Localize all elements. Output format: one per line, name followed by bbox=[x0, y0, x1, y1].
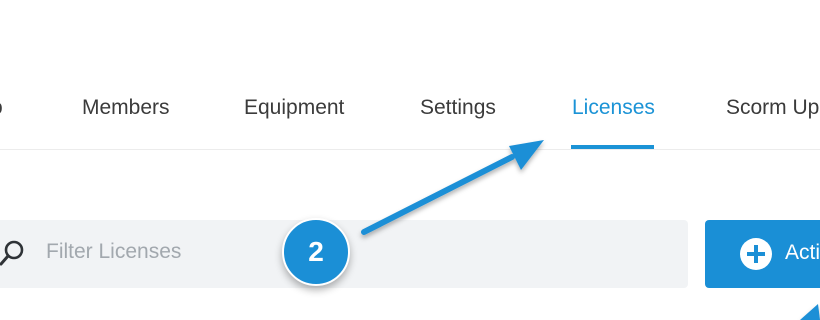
tabs-divider bbox=[0, 149, 820, 150]
annotation-arrow-offscreen bbox=[800, 304, 820, 320]
app-screen: o Members Equipment Settings Licenses Sc… bbox=[0, 0, 820, 320]
tab-scorm-upload[interactable]: Scorm Up bbox=[726, 95, 819, 121]
tab-partial[interactable]: o bbox=[0, 95, 3, 121]
tab-equipment[interactable]: Equipment bbox=[244, 95, 344, 121]
tab-members[interactable]: Members bbox=[82, 95, 170, 121]
step-number-badge: 2 bbox=[282, 218, 350, 286]
tab-bar: o Members Equipment Settings Licenses Sc… bbox=[0, 90, 820, 150]
tab-licenses[interactable]: Licenses bbox=[572, 95, 655, 121]
plus-circle-icon bbox=[739, 237, 773, 271]
actions-button[interactable]: Acti bbox=[705, 220, 820, 288]
tab-settings[interactable]: Settings bbox=[420, 95, 496, 121]
annotation-arrow bbox=[361, 140, 544, 235]
search-icon bbox=[0, 238, 28, 268]
actions-button-label: Acti bbox=[785, 241, 820, 264]
